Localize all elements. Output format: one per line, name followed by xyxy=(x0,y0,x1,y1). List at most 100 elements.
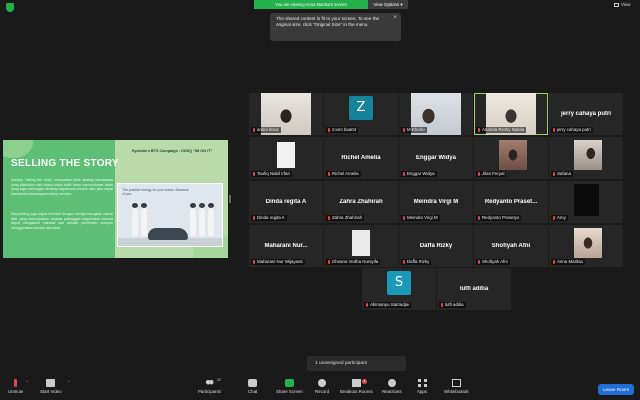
participant-display-name: lutfi aditia xyxy=(459,286,489,292)
microphone-muted-icon xyxy=(553,127,555,132)
person-figure xyxy=(208,203,214,236)
participant-tile[interactable]: Zzoom baa04 xyxy=(324,93,398,135)
microphone-muted-icon xyxy=(553,259,555,264)
participant-name-label: jerry cahaya putri xyxy=(551,127,593,133)
start-video-button[interactable]: Start Video xyxy=(40,379,62,394)
slide-paragraph-2: Storyselling juga dapat berhasil dengan … xyxy=(11,212,113,230)
unassigned-participant-notice[interactable]: 1 unassigned participant xyxy=(307,356,406,371)
participant-tile[interactable]: M Khoiru xyxy=(399,93,473,135)
whiteboards-button[interactable]: Whiteboards xyxy=(444,379,469,394)
participant-tile[interactable]: Shofiyah Afni Shofiyah Afni xyxy=(474,225,548,267)
participants-button[interactable]: Participants 22 xyxy=(198,378,221,394)
apps-button[interactable]: Apps xyxy=(417,379,427,394)
microphone-muted-icon xyxy=(403,259,405,264)
participant-display-name: Meindra Virgi M xyxy=(413,199,459,205)
participant-name-label: Taufiq Nabil Irfan xyxy=(251,171,292,177)
participant-tile[interactable]: Meindra Virgi M Meindra Virgi M xyxy=(399,181,473,223)
whiteboard-icon xyxy=(451,379,461,387)
participant-tile[interactable]: Dheana Vedha Nursyifa xyxy=(324,225,398,267)
participant-tile[interactable]: Dinda regita A Dinda regita A xyxy=(249,181,323,223)
breakout-rooms-button[interactable]: Breakout Rooms 1 xyxy=(340,379,373,394)
encryption-shield-icon[interactable] xyxy=(6,3,14,12)
view-label: View xyxy=(621,2,631,7)
participant-name-label: lutfi aditia xyxy=(439,302,466,308)
chevron-up-icon[interactable]: ^ xyxy=(68,379,70,384)
close-icon[interactable]: × xyxy=(393,15,397,21)
participant-display-name: Richel Amelia xyxy=(341,155,381,161)
participant-display-name: Redyanto Praset... xyxy=(484,199,538,205)
breakout-rooms-icon xyxy=(351,379,361,387)
microphone-muted-icon xyxy=(553,215,555,220)
view-options-button[interactable]: View Options ▾ xyxy=(368,0,408,9)
microphone-muted-icon xyxy=(553,171,555,176)
record-label: Record xyxy=(315,389,330,394)
share-screen-label: Share Screen xyxy=(276,389,303,394)
reactions-icon xyxy=(387,379,396,387)
microphone-muted-icon xyxy=(441,302,443,307)
share-screen-icon xyxy=(284,379,294,387)
camera-off-icon xyxy=(46,379,56,387)
participant-tile[interactable]: Daffa Rizky Daffa Rizky xyxy=(399,225,473,267)
participant-tile[interactable]: S Abimanyu Satriadjie xyxy=(362,268,436,310)
view-button[interactable]: View xyxy=(614,2,630,7)
participant-tile[interactable]: Ananda Rezky Nabila xyxy=(474,93,548,135)
microphone-muted-icon xyxy=(403,171,405,176)
leave-room-button[interactable]: Leave Room xyxy=(598,384,634,395)
microphone-muted-icon xyxy=(478,259,480,264)
tooltip-text: The shared content is fit to your screen… xyxy=(276,16,380,27)
unmute-button[interactable]: Unmute xyxy=(8,379,23,394)
participant-tile[interactable]: Redyanto Praset... Redyanto Prasetyo xyxy=(474,181,548,223)
slide-title: SELLING THE STORY xyxy=(11,158,119,169)
microphone-muted-icon xyxy=(253,171,255,176)
participant-name-label: Abimanyu Satriadjie xyxy=(364,302,412,308)
participant-tile[interactable]: Zahra Zhahirah Zahra Zhahirah xyxy=(324,181,398,223)
participant-tile[interactable]: lutfi aditia lutfi aditia xyxy=(437,268,511,310)
participant-tile[interactable]: ardini feruz xyxy=(249,93,323,135)
participant-tile[interactable]: Taufiq Nabil Irfan xyxy=(249,137,323,179)
shared-screen-slide: SELLING THE STORY Konsep “selling the st… xyxy=(3,140,228,258)
microphone-muted-icon xyxy=(478,127,480,132)
microphone-muted-icon xyxy=(478,171,480,176)
apps-icon xyxy=(417,379,427,387)
person-figure xyxy=(132,203,138,236)
participant-tile[interactable]: Enggar Widya Enggar Widya xyxy=(399,137,473,179)
microphone-muted-icon xyxy=(366,302,368,307)
campaign-photo: The positive energy for your future. Bec… xyxy=(117,183,223,247)
slide-campaign-heading: Hyundai x BTS Campaign : IONIQ “IM ON IT… xyxy=(131,149,213,153)
reactions-button[interactable]: Reactions xyxy=(382,379,402,394)
microphone-muted-icon xyxy=(403,215,405,220)
reactions-label: Reactions xyxy=(382,389,402,394)
person-figure xyxy=(141,203,147,236)
chevron-up-icon[interactable]: ^ xyxy=(26,379,28,384)
participant-name-text: M Khoiru xyxy=(407,127,425,132)
participant-display-name: Zahra Zhahirah xyxy=(339,199,383,205)
microphone-muted-icon xyxy=(403,127,405,132)
participant-tile[interactable]: Amy xyxy=(549,181,623,223)
participant-name-text: Dinda regita A xyxy=(257,215,285,220)
record-button[interactable]: Record xyxy=(315,379,329,394)
meeting-toolbar: Unmute ^ Start Video ^ Participants 22 C… xyxy=(0,377,640,400)
participant-profile-image xyxy=(574,140,602,170)
participant-tile[interactable]: Maharani Nur... Maharani Nur Wijayanti xyxy=(249,225,323,267)
breakout-rooms-label: Breakout Rooms xyxy=(340,389,373,394)
participant-tile[interactable]: Richel Amelia Richel Amelia xyxy=(324,137,398,179)
whiteboards-label: Whiteboards xyxy=(444,389,469,394)
participant-tile[interactable]: jerry cahaya putri jerry cahaya putri xyxy=(549,93,623,135)
participant-name-label: Meindra Virgi M xyxy=(401,215,440,221)
person-figure xyxy=(199,203,205,236)
participant-tile[interactable]: Safana xyxy=(549,137,623,179)
participant-name-text: lutfi aditia xyxy=(445,302,464,307)
participant-name-text: Enggar Widya xyxy=(407,171,435,176)
start-video-label: Start Video xyxy=(40,389,62,394)
participant-name-label: Dheana Vedha Nursyifa xyxy=(326,259,381,265)
share-screen-button[interactable]: Share Screen xyxy=(276,379,303,394)
splitter-handle[interactable] xyxy=(229,195,231,203)
participant-name-text: Dheana Vedha Nursyifa xyxy=(332,259,379,264)
chat-icon xyxy=(248,379,258,387)
microphone-muted-icon xyxy=(328,259,330,264)
chat-button[interactable]: Chat xyxy=(248,379,257,394)
car-shape xyxy=(148,228,188,240)
participant-tile[interactable]: Anna Maritsa xyxy=(549,225,623,267)
participant-tile[interactable]: Jilan Feryal xyxy=(474,137,548,179)
participant-display-name: jerry cahaya putri xyxy=(560,111,612,117)
